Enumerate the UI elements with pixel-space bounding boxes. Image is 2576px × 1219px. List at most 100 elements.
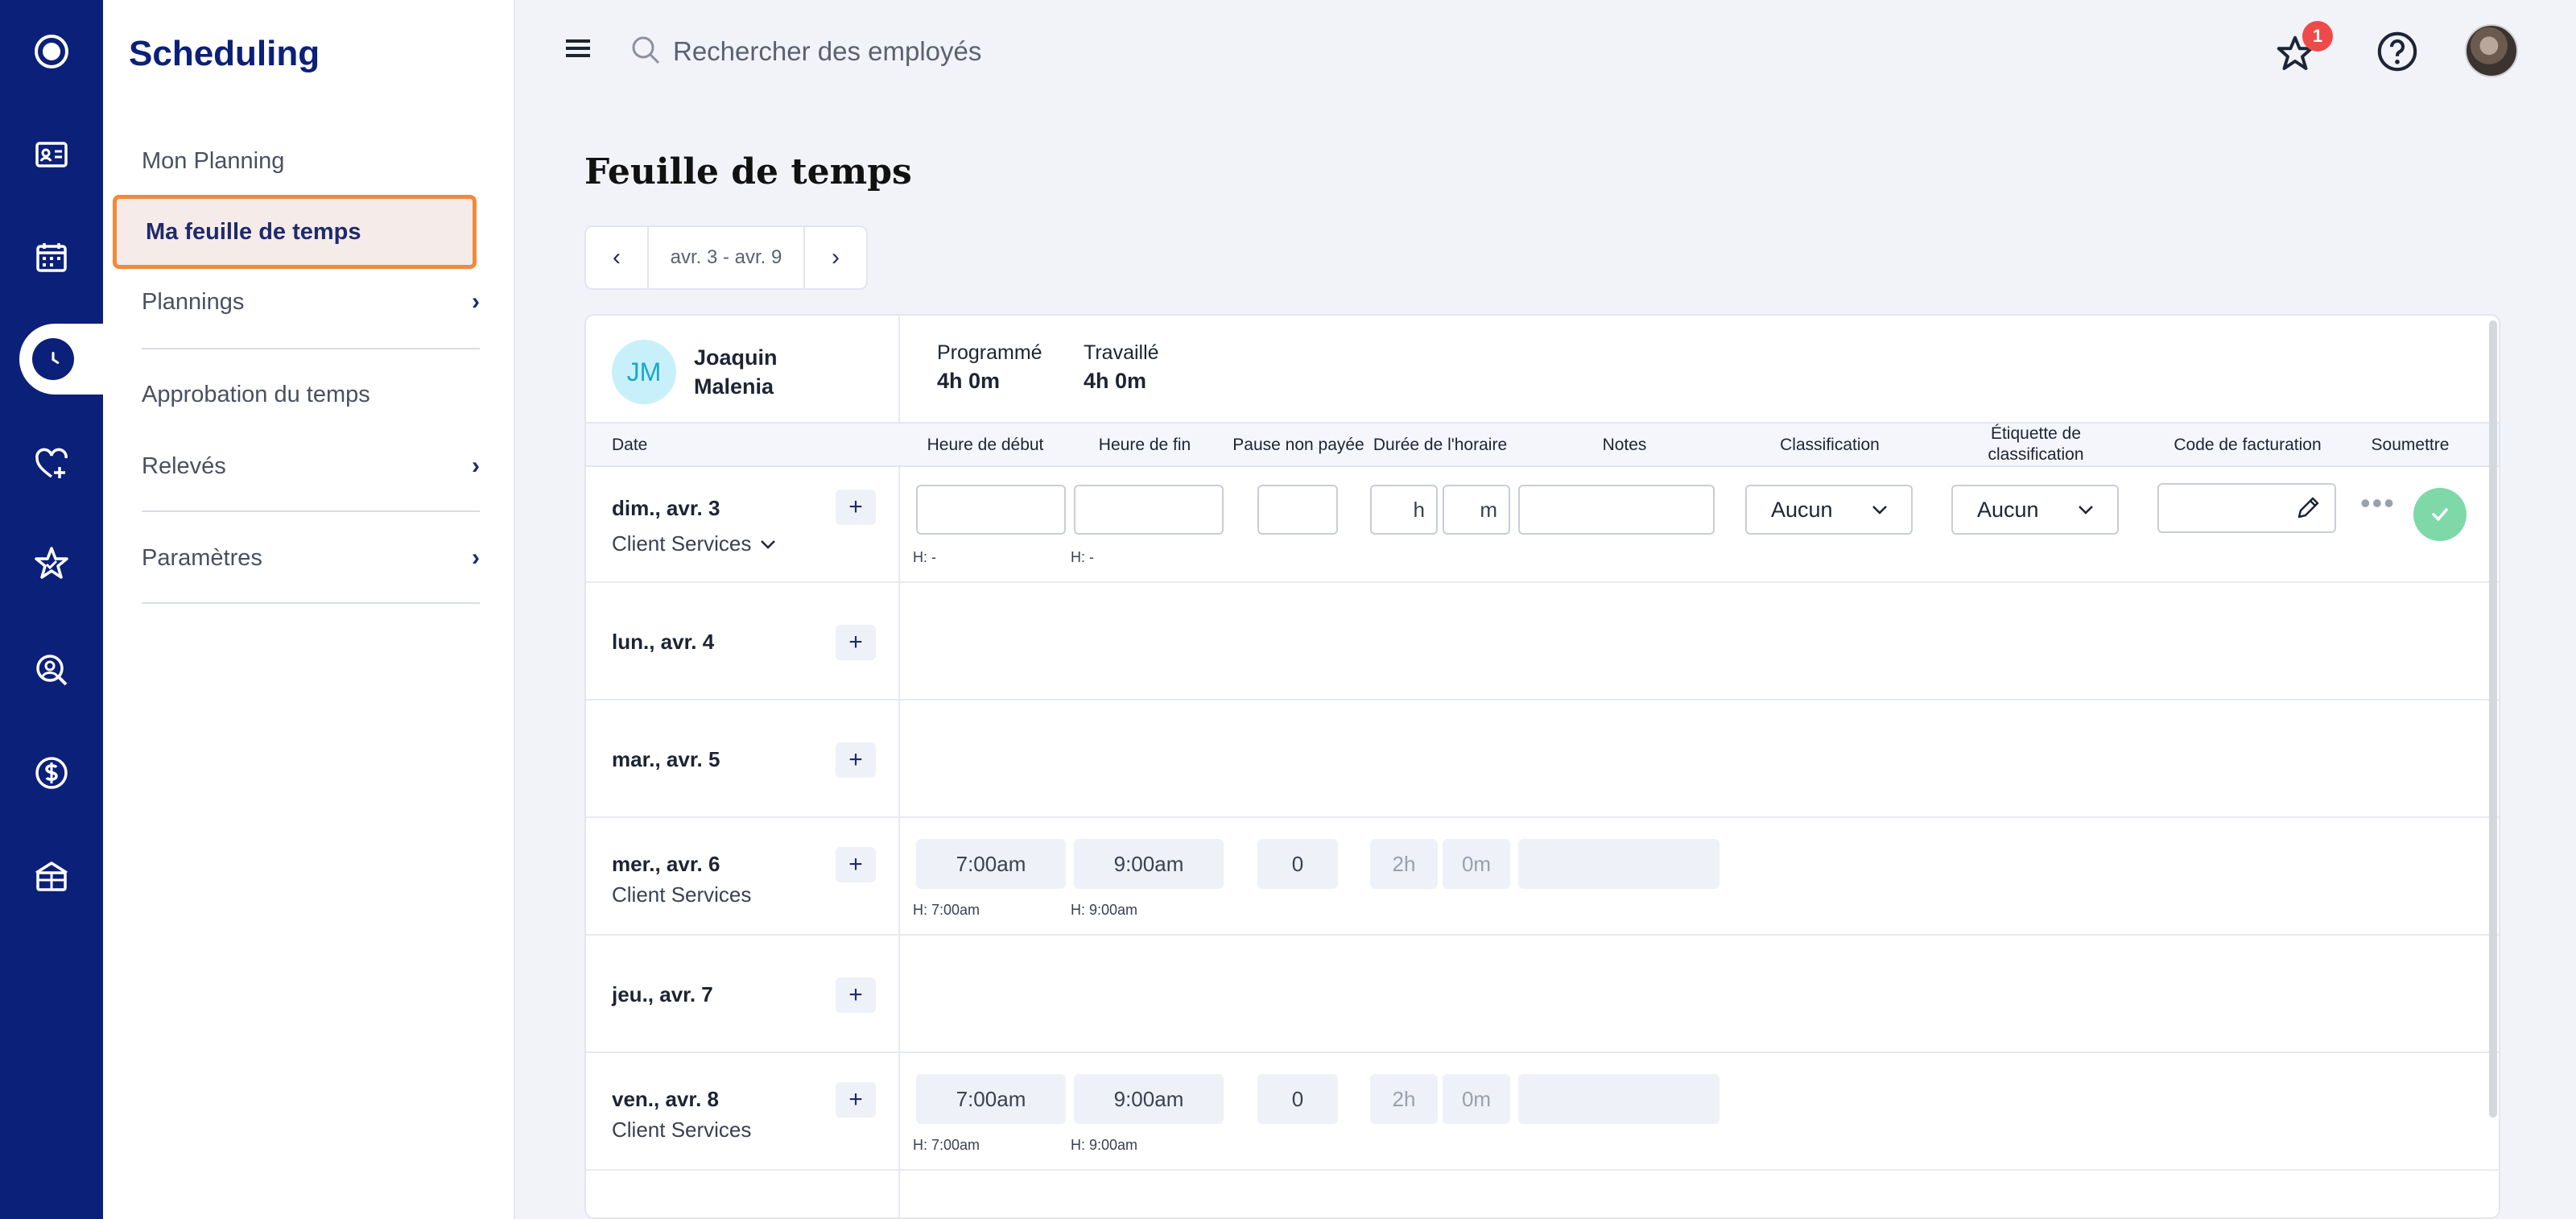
- row-date: mar., avr. 5: [612, 747, 720, 771]
- row-date: lun., avr. 4: [612, 630, 715, 654]
- add-shift-button[interactable]: +: [836, 742, 876, 778]
- chevron-right-icon: ›: [472, 544, 480, 571]
- end-time-field[interactable]: 9:00am: [1074, 839, 1224, 889]
- checkmark-icon: [2432, 508, 2448, 521]
- previous-week-button[interactable]: ‹: [586, 227, 647, 288]
- classification-select[interactable]: Aucun: [1745, 485, 1913, 535]
- calendar-icon[interactable]: [0, 225, 103, 290]
- row-divider: [586, 581, 2499, 583]
- add-shift-button[interactable]: +: [836, 847, 876, 882]
- scheduled-label: Programmé: [937, 341, 1042, 364]
- employee-name: Joaquin Malenia: [694, 343, 871, 401]
- column-header-billing-code: Code de facturation: [2174, 436, 2322, 454]
- start-hint: H: 7:00am: [913, 902, 980, 918]
- add-shift-button[interactable]: +: [836, 625, 876, 660]
- start-hint: H: -: [913, 549, 936, 565]
- nav-item-releves[interactable]: Relevés ›: [142, 452, 480, 480]
- employee-first-name: Joaquin: [694, 345, 778, 370]
- end-hint: H: -: [1071, 549, 1094, 565]
- hamburger-menu-icon[interactable]: [564, 34, 592, 67]
- classification-value: Aucun: [1771, 497, 1833, 522]
- add-shift-button[interactable]: +: [836, 1082, 876, 1118]
- add-shift-button[interactable]: +: [836, 977, 876, 1013]
- nav-item-parametres[interactable]: Paramètres ›: [142, 544, 480, 572]
- end-time-field[interactable]: 9:00am: [1074, 1074, 1224, 1124]
- nav-item-label: Relevés: [142, 452, 226, 479]
- notes-field[interactable]: [1518, 1074, 1719, 1124]
- vertical-scrollbar[interactable]: [2489, 320, 2497, 1118]
- logo-icon[interactable]: [0, 19, 103, 84]
- nav-item-approbation-du-temps[interactable]: Approbation du temps: [142, 382, 480, 408]
- department-dropdown[interactable]: Client Services: [612, 531, 777, 556]
- nav-item-plannings[interactable]: Plannings ›: [142, 288, 480, 316]
- star-check-icon[interactable]: [0, 531, 103, 596]
- search-input[interactable]: [673, 29, 1317, 74]
- user-search-icon[interactable]: [0, 638, 103, 702]
- classification-tag-select[interactable]: Aucun: [1951, 485, 2119, 535]
- pencil-icon[interactable]: [2294, 494, 2322, 522]
- column-header-duration: Durée de l'horaire: [1373, 436, 1508, 454]
- employee-last-name: Malenia: [694, 374, 774, 399]
- row-date: mer., avr. 6: [612, 852, 720, 876]
- row-date: ven., avr. 8: [612, 1087, 719, 1111]
- row-divider: [586, 1169, 2499, 1171]
- duration-minutes-field: 0m: [1443, 839, 1510, 889]
- duration-hours-input[interactable]: h: [1370, 485, 1438, 535]
- unpaid-break-field[interactable]: 0: [1257, 839, 1338, 889]
- search-icon: [630, 34, 662, 70]
- column-header-date: Date: [612, 436, 648, 454]
- classification-tag-value: Aucun: [1977, 497, 2039, 522]
- billing-code-input[interactable]: [2157, 483, 2336, 533]
- row-divider: [586, 816, 2499, 818]
- add-shift-button[interactable]: +: [836, 490, 876, 525]
- row-divider: [586, 934, 2499, 936]
- chevron-right-icon: ›: [472, 288, 480, 315]
- app-title: Scheduling: [129, 34, 320, 73]
- end-hint: H: 9:00am: [1071, 902, 1138, 918]
- nav-item-label: Ma feuille de temps: [146, 218, 361, 245]
- duration-minutes-field: 0m: [1443, 1074, 1510, 1124]
- unpaid-break-input[interactable]: [1257, 485, 1338, 535]
- heart-plus-icon[interactable]: [0, 432, 103, 496]
- submit-button[interactable]: [2413, 488, 2467, 541]
- start-time-field[interactable]: 7:00am: [916, 839, 1066, 889]
- nav-item-label: Plannings: [142, 288, 245, 315]
- id-card-icon[interactable]: [0, 122, 103, 187]
- dollar-icon[interactable]: [0, 741, 103, 805]
- column-header-notes: Notes: [1602, 436, 1647, 454]
- week-navigator: ‹ avr. 3 - avr. 9 ›: [584, 225, 868, 290]
- notes-field[interactable]: [1518, 839, 1719, 889]
- help-icon[interactable]: [2375, 29, 2420, 78]
- row-date: jeu., avr. 7: [612, 982, 713, 1006]
- icon-rail: [0, 0, 140, 1219]
- clock-icon[interactable]: [32, 338, 74, 380]
- chevron-right-icon: ›: [472, 452, 480, 479]
- notification-badge: 1: [2302, 21, 2333, 52]
- unpaid-break-field[interactable]: 0: [1257, 1074, 1338, 1124]
- nav-item-mon-planning[interactable]: Mon Planning: [142, 148, 480, 175]
- nav-item-ma-feuille-de-temps[interactable]: Ma feuille de temps: [113, 195, 477, 269]
- department-label: Client Services: [612, 531, 752, 556]
- nav-divider: [142, 510, 480, 512]
- employee-initials-avatar: JM: [612, 340, 676, 404]
- row-date: dim., avr. 3: [612, 496, 720, 520]
- page-title: Feuille de temps: [584, 151, 912, 192]
- timesheet-card: JM Joaquin Malenia Programmé 4h 0m Trava…: [584, 314, 2500, 1219]
- notes-input[interactable]: [1518, 485, 1715, 535]
- start-time-field[interactable]: 7:00am: [916, 1074, 1066, 1124]
- start-time-input[interactable]: [916, 485, 1066, 535]
- duration-hours-field: 2h: [1370, 1074, 1438, 1124]
- side-navigation: Scheduling Mon Planning Ma feuille de te…: [103, 0, 515, 1219]
- nav-divider: [142, 602, 480, 604]
- gift-box-icon[interactable]: [0, 844, 103, 908]
- duration-minutes-input[interactable]: m: [1443, 485, 1510, 535]
- department-label: Client Services: [612, 1118, 752, 1142]
- chevron-down-icon: [761, 539, 776, 549]
- next-week-button[interactable]: ›: [805, 227, 866, 288]
- more-options-icon[interactable]: •••: [2360, 486, 2396, 520]
- end-time-input[interactable]: [1074, 485, 1224, 535]
- user-avatar[interactable]: [2465, 24, 2518, 77]
- end-hint: H: 9:00am: [1071, 1137, 1138, 1153]
- column-header-start: Heure de début: [927, 436, 1044, 454]
- worked-label: Travaillé: [1084, 341, 1159, 364]
